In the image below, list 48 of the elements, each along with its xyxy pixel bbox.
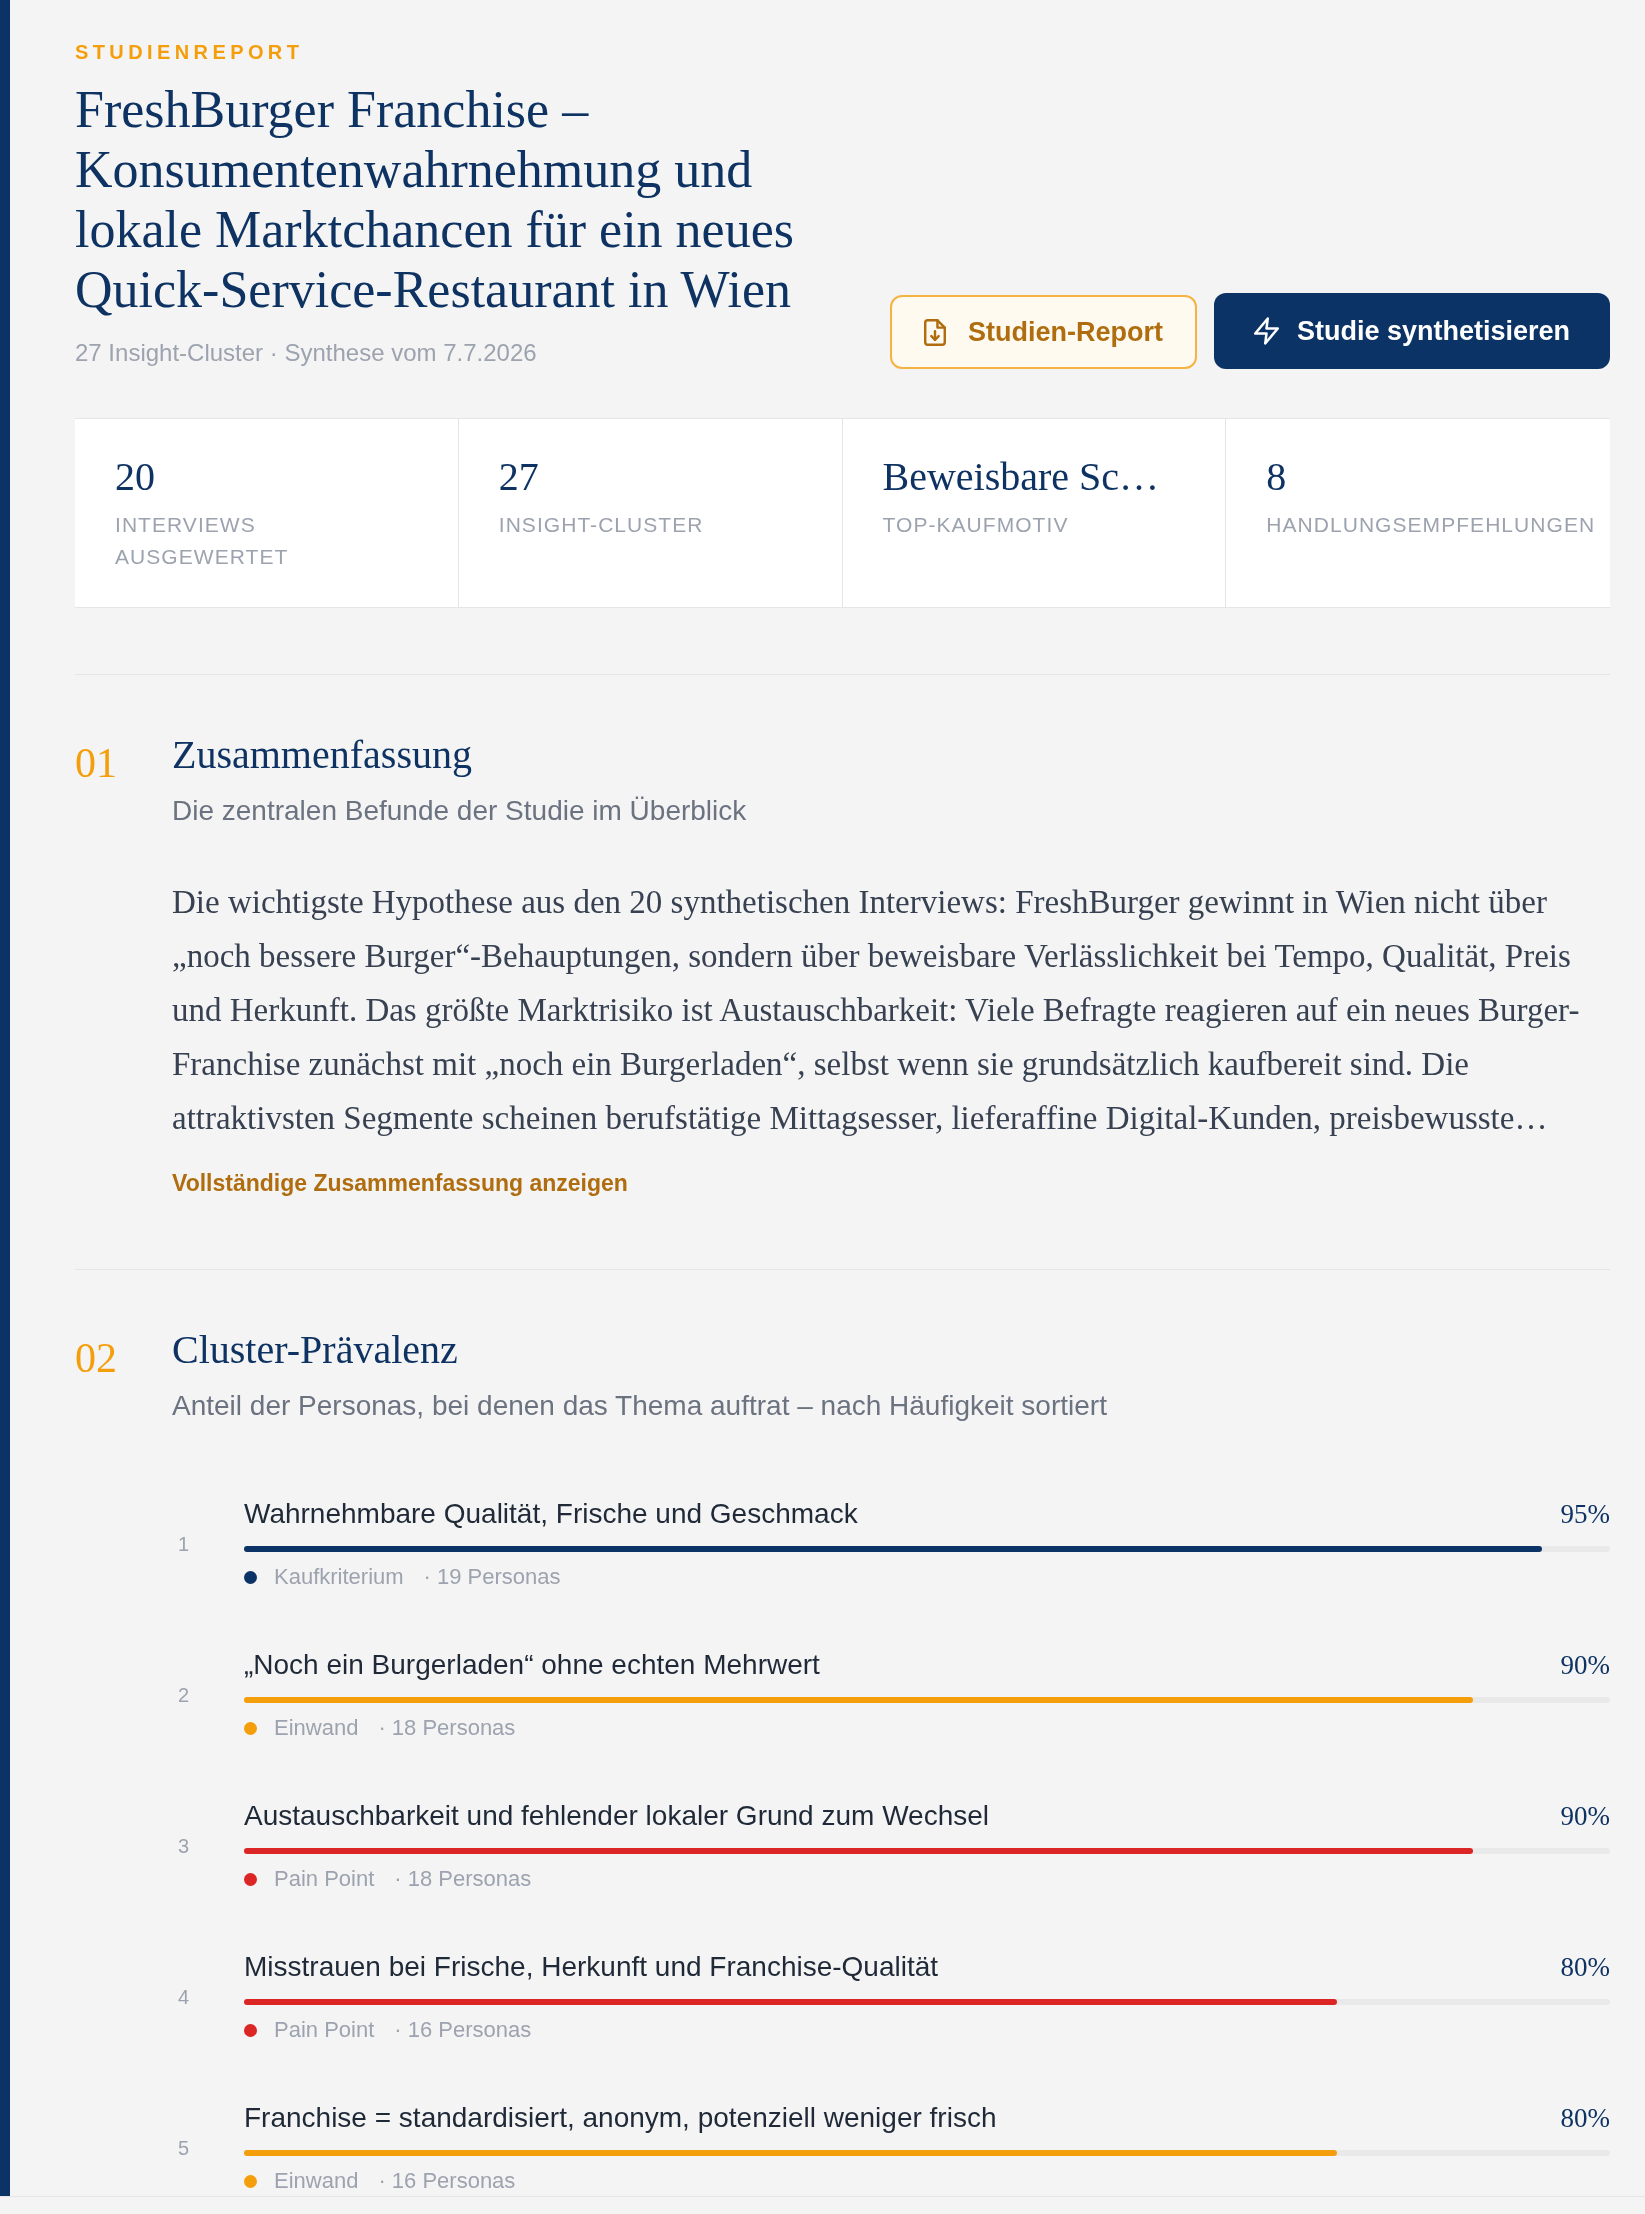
category-label: Einwand (274, 1714, 359, 1742)
persona-count: · 18 Personas (394, 1865, 532, 1893)
percent-value: 95% (1560, 1498, 1610, 1531)
cluster-title: Wahrnehmbare Qualität, Frische und Geschmack (244, 1497, 858, 1531)
report-title: FreshBurger Franchise – Konsumentenwahrnehmung und lokale Marktchancen für ein neues Quick-Service-Restaurant in Wien (75, 80, 795, 320)
stat-label: INTERVIEWS AUSGEWERTET (115, 512, 290, 570)
percent-value: 90% (1560, 1800, 1610, 1833)
rank-number: 1 (178, 1532, 190, 1555)
category-label: Pain Point (274, 1865, 375, 1893)
eyebrow-label: STUDIENREPORT (75, 40, 304, 64)
section-number: 02 (75, 1335, 117, 1381)
section-title: Zusammenfassung (172, 732, 472, 778)
section-number: 01 (75, 740, 117, 786)
section-subtitle: Die zentralen Befunde der Studie im Überblick (172, 794, 747, 828)
rank-number: 3 (178, 1834, 190, 1857)
persona-count: · 16 Personas (378, 2167, 516, 2195)
persona-count: · 19 Personas (423, 1563, 561, 1591)
rank-number: 2 (178, 1683, 190, 1706)
stat-label: HANDLUNGSEMPFEHLUNGEN (1266, 512, 1596, 538)
stat-label: TOP-KAUFMOTIV (882, 512, 1069, 538)
stat-value: 20 (115, 454, 155, 500)
persona-count: · 16 Personas (394, 2016, 532, 2044)
percent-value: 80% (1560, 1951, 1610, 1984)
category-label: Einwand (274, 2167, 359, 2195)
section-title: Cluster-Prävalenz (172, 1327, 458, 1373)
lightning-icon (1253, 317, 1279, 345)
rank-number: 5 (178, 2136, 190, 2159)
stat-value: 27 (498, 454, 539, 500)
persona-count: · 18 Personas (378, 1714, 516, 1742)
category-label: Pain Point (274, 2016, 375, 2044)
percent-value: 80% (1560, 2102, 1610, 2135)
stat-value: 8 (1266, 454, 1287, 500)
synthesize-button[interactable]: Studie synthetisieren (1213, 293, 1610, 369)
cluster-title: Austauschbarkeit und fehlender lokaler Grund zum Wechsel (244, 1799, 989, 1833)
percent-value: 90% (1560, 1649, 1610, 1682)
cluster-title: Franchise = standardisiert, anonym, potenziell weniger frisch (244, 2101, 997, 2135)
document-download-icon (923, 318, 946, 346)
section-subtitle: Anteil der Personas, bei denen das Thema auftrat – nach Häufigkeit sortiert (172, 1389, 1107, 1423)
rank-number: 4 (178, 1985, 190, 2008)
cluster-title: Misstrauen bei Frische, Herkunft und Franchise-Qualität (244, 1950, 939, 1984)
category-label: Kaufkriterium (274, 1563, 404, 1591)
show-full-summary-link[interactable]: Vollständige Zusammenfassung anzeigen (172, 1167, 628, 1199)
report-meta: 27 Insight-Cluster · Synthese vom 7.7.2026 (75, 338, 537, 368)
report-button[interactable]: Studien-Report (889, 295, 1197, 369)
cluster-title: „Noch ein Burgerladen“ ohne echten Mehrwert (244, 1648, 820, 1682)
stat-value: Beweisbare Sc… (882, 454, 1160, 500)
stat-label: INSIGHT-CLUSTER (498, 512, 704, 538)
summary-paragraph: Die wichtigste Hypothese aus den 20 synthetischen Interviews: FreshBurger gewinnt in Wien nicht über „noch bessere Burger“-Behauptungen, sondern über beweisbare Verlässlichkeit bei Tempo, Qualität, Preis und Herkunft. Das größte Marktrisiko ist Austauschbarkeit: Viele Befragte reagieren auf ein neues Burger-Franchise zunächst mit „noch ein Burgerladen“, selbst wenn sie grundsätzlich kaufbereit sind. Die attraktivsten Segmente scheinen berufstätige Mittagsesser, lieferaffine Digital-Kunden, preisbewusste… (172, 883, 1581, 1138)
